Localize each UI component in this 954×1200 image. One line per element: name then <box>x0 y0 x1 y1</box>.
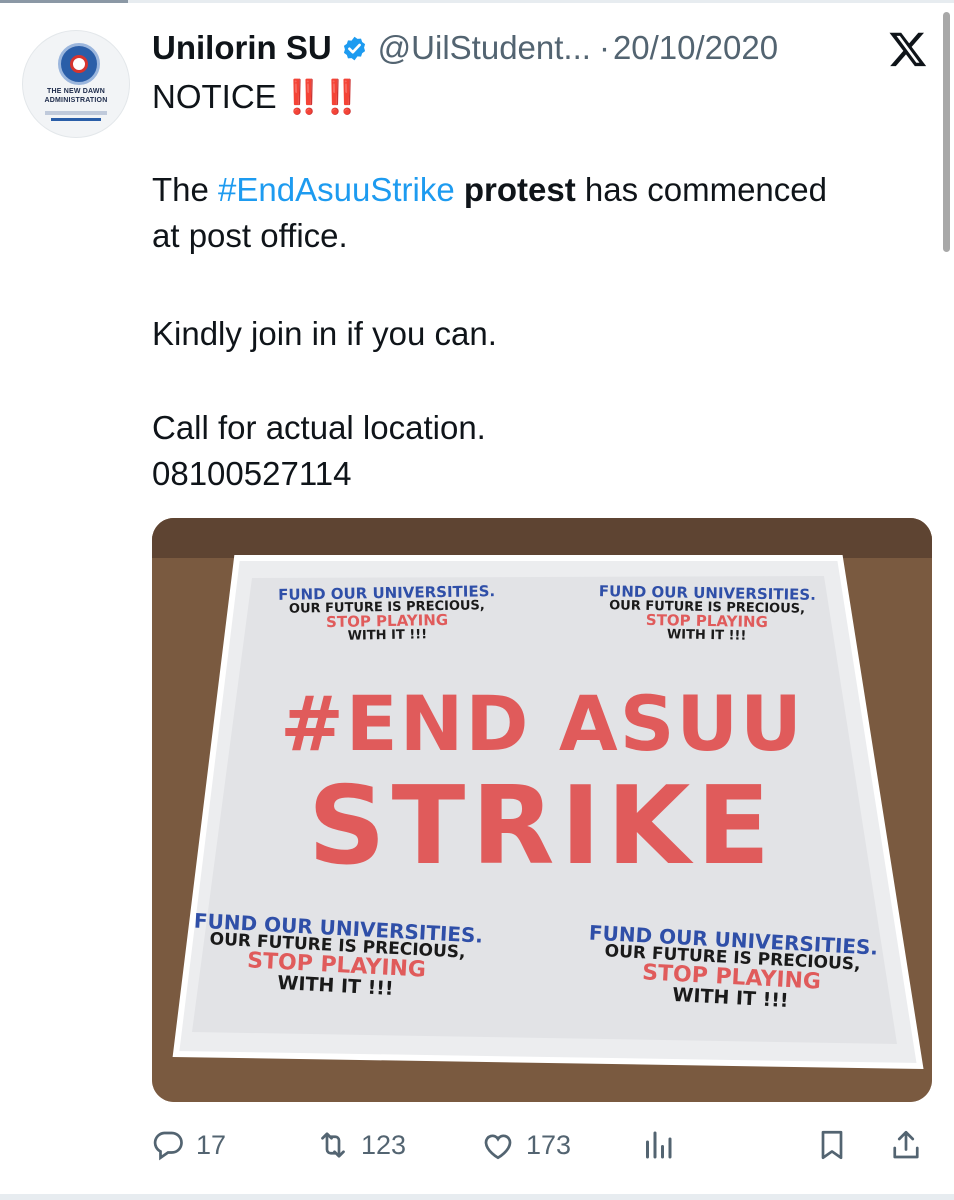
bottom-divider <box>0 1194 954 1200</box>
repost-button[interactable]: 123 <box>315 1122 406 1168</box>
views-icon <box>646 1131 672 1159</box>
display-name[interactable]: Unilorin SU <box>152 29 332 67</box>
reply-count: 17 <box>196 1129 227 1160</box>
hashtag-link[interactable]: #EndAsuuStrike <box>218 171 455 208</box>
tweet-text-line: Kindly join in if you can. <box>152 315 497 352</box>
like-count: 173 <box>526 1129 572 1160</box>
double-exclamation-emoji: ‼️‼️ <box>282 78 362 115</box>
reply-icon <box>153 1131 183 1161</box>
phone-number[interactable]: 08100527114 <box>152 452 351 496</box>
reply-button[interactable]: 17 <box>150 1122 226 1168</box>
avatar-decor <box>45 111 107 115</box>
separator-dot: · <box>598 29 610 66</box>
slogan-block: FUND OUR UNIVERSITIES. OUR FUTURE IS PRE… <box>580 920 884 1016</box>
x-logo-icon[interactable] <box>886 29 930 69</box>
repost-count: 123 <box>361 1129 407 1160</box>
avatar-seal-logo <box>58 43 100 85</box>
tweet-text-line: The #EndAsuuStrike protest has commenced <box>152 168 827 212</box>
like-button[interactable]: 173 <box>480 1122 571 1168</box>
tweet-date[interactable]: 20/10/2020 <box>613 29 778 67</box>
avatar-text-line: THE NEW DAWN <box>46 88 105 95</box>
slogan-block: FUND OUR UNIVERSITIES. OUR FUTURE IS PRE… <box>262 582 513 644</box>
top-divider <box>0 0 954 3</box>
text-span: The <box>152 171 219 208</box>
tweet-header: Unilorin SU @UilStudent... · 20/10/2020 <box>152 26 778 70</box>
views-button[interactable] <box>640 1122 676 1168</box>
avatar-text-line: ADMINISTRATION <box>44 97 108 104</box>
text-span: has commenced <box>575 171 827 208</box>
tweet-notice-line: NOTICE ‼️‼️ <box>152 75 362 119</box>
bold-text: protest <box>463 171 576 208</box>
avatar-decor <box>51 118 101 121</box>
tweet-actions: 17 123 173 <box>150 1122 940 1168</box>
share-button[interactable] <box>888 1122 924 1168</box>
bookmark-button[interactable] <box>814 1122 850 1168</box>
slogan-block: FUND OUR UNIVERSITIES. OUR FUTURE IS PRE… <box>582 582 833 644</box>
slogan-block: FUND OUR UNIVERSITIES. OUR FUTURE IS PRE… <box>190 908 484 1003</box>
verified-badge-icon <box>343 36 365 60</box>
scrollbar[interactable] <box>943 12 950 252</box>
top-divider-accent <box>0 0 128 3</box>
avatar[interactable]: THE NEW DAWN ADMINISTRATION <box>22 30 130 138</box>
banner-headline: STRIKE <box>307 764 777 889</box>
notice-label: NOTICE <box>152 78 277 115</box>
tweet-image[interactable]: FUND OUR UNIVERSITIES. OUR FUTURE IS PRE… <box>152 518 932 1102</box>
like-icon <box>484 1134 512 1160</box>
user-handle[interactable]: @UilStudent... <box>378 29 591 67</box>
tweet-text-line: at post office. <box>152 217 348 254</box>
bookmark-icon <box>821 1130 843 1160</box>
repost-icon <box>321 1132 345 1158</box>
banner-headline: #END ASUU <box>280 679 804 768</box>
tweet-text-line: Call for actual location. <box>152 409 486 446</box>
share-icon <box>893 1130 919 1159</box>
